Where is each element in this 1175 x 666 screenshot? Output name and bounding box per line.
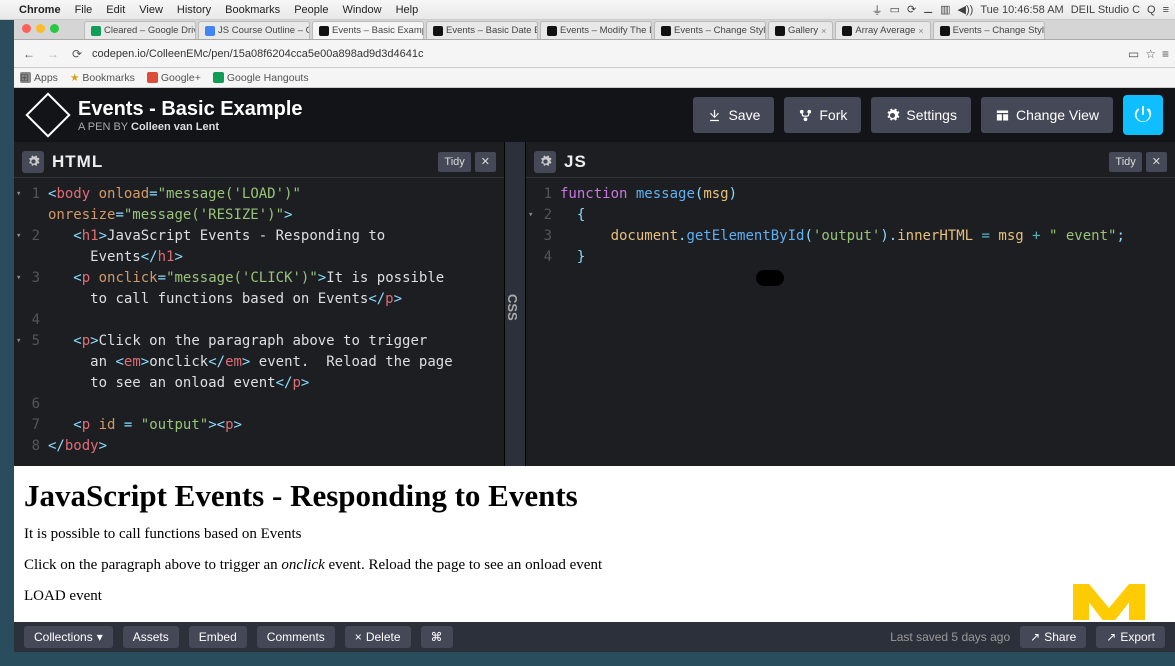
minimize-window-icon[interactable]: [36, 24, 45, 33]
js-tidy-button[interactable]: Tidy: [1109, 152, 1141, 172]
menu-view[interactable]: View: [139, 4, 163, 16]
js-editor-pane: JS Tidy ✕ 1 ▾2 3 4 function message(msg)…: [526, 142, 1175, 466]
tab-8[interactable]: Events – Change Style×: [933, 21, 1045, 39]
html-pane-header: HTML Tidy ✕: [14, 146, 504, 178]
michigan-logo-icon: [1069, 572, 1149, 622]
html-settings-icon[interactable]: [22, 151, 44, 173]
tab-6[interactable]: Gallery×: [768, 21, 833, 39]
html-code-editor[interactable]: ▾1 ▾2 ▾3 4 ▾5 6 7 8 <body onload="messag…: [14, 178, 504, 466]
tab-5[interactable]: Events – Change Style×: [654, 21, 766, 39]
tab-7[interactable]: Array Average×: [835, 21, 930, 39]
pen-title-block: Events - Basic Example A PEN BY Colleen …: [78, 98, 303, 133]
tab-0[interactable]: Cleared – Google Drive×: [84, 21, 196, 39]
zoom-window-icon[interactable]: [50, 24, 59, 33]
bookmark-bar: ⊞Apps ★Bookmarks Google+ Google Hangouts: [14, 68, 1175, 88]
bookmark-star-icon[interactable]: ☆: [1145, 47, 1156, 61]
pen-subtitle: A PEN BY Colleen van Lent: [78, 121, 303, 133]
output-p3: LOAD event: [24, 588, 1165, 605]
js-code-editor[interactable]: 1 ▾2 3 4 function message(msg) { documen…: [526, 178, 1175, 466]
export-button[interactable]: ↗ Export: [1096, 626, 1165, 648]
html-editor-pane: HTML Tidy ✕ ▾1 ▾2 ▾3 4 ▾5 6 7 8: [14, 142, 504, 466]
bookmark-apps[interactable]: ⊞Apps: [20, 72, 58, 84]
settings-button[interactable]: Settings: [871, 97, 971, 133]
back-button[interactable]: ←: [20, 47, 38, 61]
comments-button[interactable]: Comments: [257, 626, 335, 648]
reload-button[interactable]: ⟳: [68, 47, 86, 61]
battery-icon[interactable]: ▥: [940, 3, 950, 16]
assets-button[interactable]: Assets: [123, 626, 179, 648]
js-settings-icon[interactable]: [534, 151, 556, 173]
html-close-button[interactable]: ✕: [475, 152, 496, 172]
css-pane-title: CSS: [505, 294, 520, 321]
save-button[interactable]: Save: [693, 97, 774, 133]
fork-button[interactable]: Fork: [784, 97, 861, 133]
display-icon[interactable]: ▭: [890, 3, 900, 16]
js-pane-header: JS Tidy ✕: [526, 146, 1175, 178]
tab-3[interactable]: Events – Basic Date Exa…×: [426, 21, 538, 39]
js-close-button[interactable]: ✕: [1146, 152, 1167, 172]
url-bar[interactable]: codepen.io/ColleenEMc/pen/15a08f6204cca5…: [92, 48, 424, 60]
tab-4[interactable]: Events – Modify The DO…×: [540, 21, 652, 39]
collections-button[interactable]: Collections ▾: [24, 626, 113, 648]
menu-app[interactable]: Chrome: [19, 4, 61, 16]
tab-1[interactable]: JS Course Outline – Goo…×: [198, 21, 310, 39]
sync-icon[interactable]: ⟳: [907, 3, 916, 16]
menu-help[interactable]: Help: [396, 4, 419, 16]
menu-status-area: ⏚ ▭ ⟳ ⚊ ▥ ◀)) Tue 10:46:58 AM DEIL Studi…: [872, 2, 1169, 18]
js-pane-title: JS: [564, 152, 587, 172]
menu-window[interactable]: Window: [342, 4, 381, 16]
codepen-footer: Collections ▾ Assets Embed Comments × De…: [14, 622, 1175, 652]
codepen-logo-icon[interactable]: [25, 92, 70, 137]
codepen-header: Events - Basic Example A PEN BY Colleen …: [14, 88, 1175, 142]
clock[interactable]: Tue 10:46:58 AM: [980, 4, 1063, 16]
chrome-menu-icon[interactable]: ≡: [1162, 47, 1169, 61]
last-saved-label: Last saved 5 days ago: [890, 630, 1010, 644]
output-frame[interactable]: JavaScript Events - Responding to Events…: [14, 466, 1175, 622]
menu-edit[interactable]: Edit: [106, 4, 125, 16]
share-button[interactable]: ↗ Share: [1020, 626, 1086, 648]
window-controls: [22, 24, 59, 33]
page-icon[interactable]: ▭: [1128, 47, 1139, 61]
chevron-down-icon: ▾: [97, 630, 103, 644]
menu-people[interactable]: People: [294, 4, 328, 16]
browser-toolbar: ← → ⟳ codepen.io/ColleenEMc/pen/15a08f62…: [14, 40, 1175, 68]
spotlight-icon[interactable]: Q: [1147, 4, 1156, 16]
embed-button[interactable]: Embed: [189, 626, 247, 648]
keyboard-button[interactable]: ⌘: [421, 626, 453, 648]
output-heading: JavaScript Events - Responding to Events: [24, 478, 1165, 514]
pen-title[interactable]: Events - Basic Example: [78, 98, 303, 121]
bookmark-hangouts[interactable]: Google Hangouts: [213, 72, 309, 84]
output-p1[interactable]: It is possible to call functions based o…: [24, 526, 1165, 543]
output-p2: Click on the paragraph above to trigger …: [24, 557, 1165, 574]
html-tidy-button[interactable]: Tidy: [438, 152, 470, 172]
menu-file[interactable]: File: [75, 4, 93, 16]
menu-extra-icon[interactable]: ≡: [1163, 4, 1169, 16]
menu-bookmarks[interactable]: Bookmarks: [225, 4, 280, 16]
tab-2[interactable]: Events – Basic Example×: [312, 21, 424, 39]
change-view-button[interactable]: Change View: [981, 97, 1113, 133]
cursor-blob: [756, 270, 784, 286]
menu-history[interactable]: History: [177, 4, 211, 16]
html-pane-title: HTML: [52, 152, 103, 172]
bluetooth-icon[interactable]: ⚊: [923, 3, 933, 16]
css-editor-pane[interactable]: CSS: [504, 142, 526, 466]
editor-area: HTML Tidy ✕ ▾1 ▾2 ▾3 4 ▾5 6 7 8: [14, 142, 1175, 466]
mac-menubar: Chrome File Edit View History Bookmarks …: [0, 0, 1175, 20]
studio-label[interactable]: DEIL Studio C: [1071, 4, 1140, 16]
volume-icon[interactable]: ◀)): [958, 3, 974, 16]
bookmark-googleplus[interactable]: Google+: [147, 72, 201, 84]
bookmark-bookmarks[interactable]: ★Bookmarks: [70, 72, 135, 84]
pen-author[interactable]: Colleen van Lent: [131, 121, 219, 133]
close-window-icon[interactable]: [22, 24, 31, 33]
forward-button[interactable]: →: [44, 47, 62, 61]
wifi-icon[interactable]: ⏚: [872, 2, 883, 18]
browser-tabstrip: Cleared – Google Drive× JS Course Outlin…: [14, 20, 1175, 40]
delete-button[interactable]: × Delete: [345, 626, 411, 648]
profile-button[interactable]: [1123, 95, 1163, 135]
